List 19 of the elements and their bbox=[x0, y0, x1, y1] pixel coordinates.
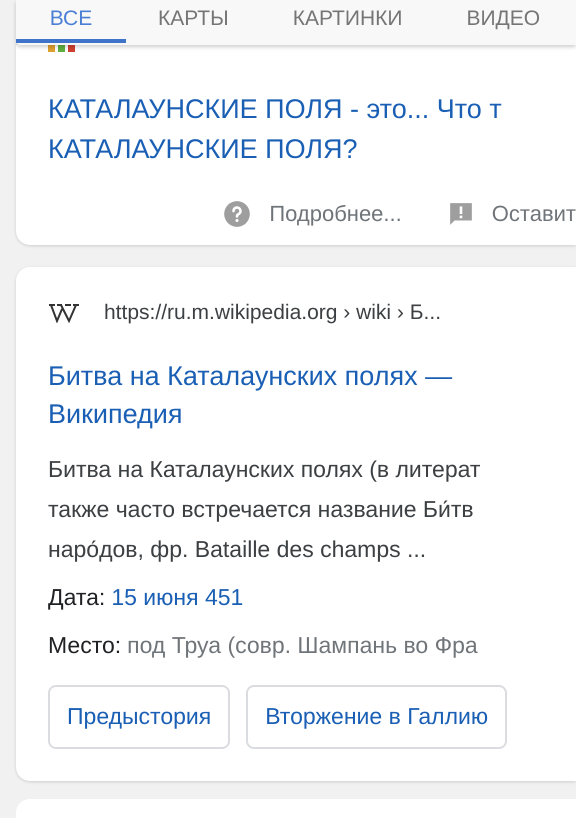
result-title-link[interactable]: Битва на Каталаунских полях — Википедия bbox=[48, 356, 576, 432]
more-info-button[interactable]: Подробнее... bbox=[223, 197, 402, 230]
result-snippet: Битва на Каталаунских полях (в литерат также часто встречается название Би́тв наро́дов, фр. Bataille des champs ... bbox=[48, 454, 482, 564]
result-url: https://ru.m.wikipedia.org › wiki › Б... bbox=[104, 300, 442, 326]
fact-label: Дата: bbox=[48, 582, 106, 612]
feedback-icon bbox=[448, 200, 474, 226]
result-title-link[interactable]: КАТАЛАУНСКИЕ ПОЛЯ - это... Что т КАТАЛАУНСКИЕ ПОЛЯ? bbox=[48, 89, 576, 169]
tab[interactable]: КАРТЫ bbox=[126, 0, 261, 43]
help-icon bbox=[223, 200, 252, 228]
site-favicon-icon bbox=[48, 45, 76, 53]
fact-label: Место: bbox=[48, 630, 122, 660]
fact-value: под Труа (совр. Шампань во Фра bbox=[127, 630, 478, 660]
topic-chip[interactable]: Предыстория bbox=[48, 684, 230, 748]
wikipedia-logo-icon bbox=[48, 302, 80, 323]
tab[interactable]: ВИДЕО bbox=[434, 0, 572, 43]
feedback-button[interactable]: Оставит bbox=[448, 197, 576, 230]
fact-value-link[interactable]: 15 июня 451 bbox=[111, 576, 244, 616]
tab[interactable]: КАРТИНКИ bbox=[260, 0, 434, 43]
topic-chip[interactable]: Вторжение в Галлию bbox=[246, 684, 508, 748]
